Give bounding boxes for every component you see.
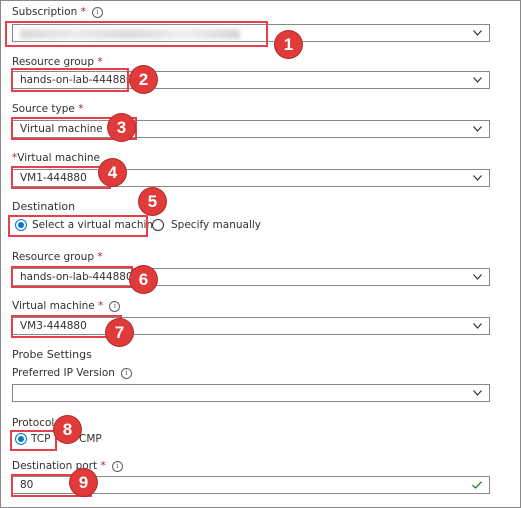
callout-4: 4 [99, 159, 126, 186]
highlight-box-2 [11, 68, 129, 92]
callout-6: 6 [130, 266, 157, 293]
highlight-box-5 [8, 215, 148, 237]
destination-virtual-machine-label: Virtual machine * i [12, 300, 121, 312]
highlight-box-1 [5, 21, 268, 47]
destination-heading: Destination [12, 200, 76, 213]
callout-9: 9 [70, 469, 97, 496]
radio-specify-manually-label: Specify manually [171, 219, 261, 231]
radio-specify-manually[interactable] [152, 219, 164, 231]
chevron-down-icon [473, 175, 482, 181]
chevron-down-icon [473, 126, 482, 132]
preferred-ip-label: Preferred IP Version i [12, 367, 132, 379]
source-type-label: Source type * [12, 103, 84, 115]
highlight-box-4 [11, 166, 111, 189]
destination-resource-group-label: Resource group * [12, 251, 103, 263]
subscription-label: Subscription * i [12, 6, 103, 18]
highlight-box-6 [11, 266, 133, 288]
protocol-label: Protocol [12, 417, 55, 429]
chevron-down-icon [473, 30, 482, 36]
callout-8: 8 [54, 416, 81, 443]
virtual-machine-label: *Virtual machine [12, 152, 101, 164]
callout-7: 7 [106, 319, 133, 346]
callout-5: 5 [139, 188, 166, 215]
chevron-down-icon [473, 323, 482, 329]
info-icon: i [109, 301, 121, 312]
checkmark-icon [472, 481, 482, 489]
info-icon: i [111, 461, 123, 472]
radio-icmp-label: CMP [79, 433, 102, 445]
resource-group-label: Resource group * [12, 56, 103, 68]
preferred-ip-dropdown[interactable] [12, 384, 490, 402]
destination-port-label: Destination port * i [12, 460, 123, 472]
callout-2: 2 [130, 66, 157, 93]
probe-settings-heading: Probe Settings [12, 348, 92, 361]
callout-1: 1 [275, 31, 302, 58]
highlight-box-8 [10, 430, 57, 451]
info-icon: i [91, 7, 103, 18]
callout-3: 3 [108, 114, 135, 141]
info-icon: i [120, 368, 132, 379]
chevron-down-icon [473, 274, 482, 280]
chevron-down-icon [473, 77, 482, 83]
chevron-down-icon [473, 390, 482, 396]
